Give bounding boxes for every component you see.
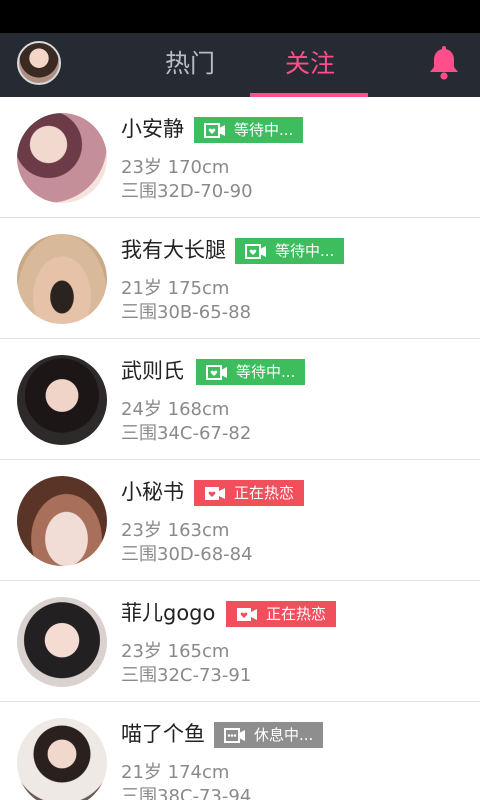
video-heart-icon bbox=[205, 486, 225, 500]
user-name[interactable]: 武则氏 bbox=[121, 356, 184, 386]
bell-icon[interactable] bbox=[426, 45, 462, 81]
status-label: 正在热恋 bbox=[266, 605, 327, 623]
list-item[interactable]: 武则氏 等待中... 24岁 168cm 三围34C-67-82 bbox=[0, 339, 480, 460]
video-heart-icon bbox=[237, 607, 257, 621]
user-name[interactable]: 小秘书 bbox=[121, 477, 184, 507]
profile-photo[interactable] bbox=[17, 234, 107, 324]
measurements: 三围32C-73-91 bbox=[121, 665, 252, 686]
status-badge: 正在热恋 bbox=[194, 480, 305, 506]
video-heart-icon bbox=[204, 122, 225, 138]
measurements: 三围32D-70-90 bbox=[121, 181, 253, 202]
measurements: 三围38C-73-94 bbox=[121, 786, 252, 800]
status-label: 等待中... bbox=[275, 242, 335, 260]
profile-photo[interactable] bbox=[17, 113, 107, 203]
video-heart-icon bbox=[206, 364, 227, 380]
status-badge: 等待中... bbox=[196, 359, 306, 385]
measurements: 三围30D-68-84 bbox=[121, 544, 253, 565]
user-name[interactable]: 我有大长腿 bbox=[121, 235, 226, 265]
top-nav-bar: 热门 关注 bbox=[0, 33, 480, 97]
profile-photo[interactable] bbox=[17, 718, 107, 800]
video-off-icon bbox=[224, 727, 245, 743]
age-height: 21岁 175cm bbox=[121, 278, 230, 299]
video-heart-icon bbox=[245, 243, 266, 259]
status-label: 休息中... bbox=[254, 726, 314, 744]
tab-follow[interactable]: 关注 bbox=[252, 33, 368, 97]
list-item[interactable]: 我有大长腿 等待中... 21岁 175cm 三围30B-65-88 bbox=[0, 218, 480, 339]
list-item[interactable]: 小安静 等待中... 23岁 170cm 三围32D-70-90 bbox=[0, 97, 480, 218]
user-name[interactable]: 菲儿gogo bbox=[121, 598, 215, 628]
status-badge: 等待中... bbox=[194, 117, 304, 143]
age-height: 23岁 163cm bbox=[121, 520, 230, 541]
status-bar bbox=[0, 0, 480, 33]
profile-photo[interactable] bbox=[17, 476, 107, 566]
status-badge: 正在热恋 bbox=[226, 601, 337, 627]
profile-photo[interactable] bbox=[17, 355, 107, 445]
age-height: 21岁 174cm bbox=[121, 762, 230, 783]
list-item[interactable]: 喵了个鱼 休息中... 21岁 174cm 三围38C-73-94 bbox=[0, 702, 480, 800]
tab-hot[interactable]: 热门 bbox=[140, 33, 240, 97]
user-name[interactable]: 喵了个鱼 bbox=[121, 719, 205, 749]
follow-list: 小安静 等待中... 23岁 170cm 三围32D-70-90 我有大长腿 等… bbox=[0, 97, 480, 800]
user-name[interactable]: 小安静 bbox=[121, 114, 184, 144]
age-height: 23岁 170cm bbox=[121, 157, 230, 178]
list-item[interactable]: 菲儿gogo 正在热恋 23岁 165cm 三围32C-73-91 bbox=[0, 581, 480, 702]
status-label: 正在热恋 bbox=[234, 484, 295, 502]
status-label: 等待中... bbox=[234, 121, 294, 139]
age-height: 24岁 168cm bbox=[121, 399, 230, 420]
measurements: 三围34C-67-82 bbox=[121, 423, 252, 444]
status-label: 等待中... bbox=[236, 363, 296, 381]
measurements: 三围30B-65-88 bbox=[121, 302, 252, 323]
status-badge: 休息中... bbox=[214, 722, 324, 748]
list-item[interactable]: 小秘书 正在热恋 23岁 163cm 三围30D-68-84 bbox=[0, 460, 480, 581]
status-badge: 等待中... bbox=[235, 238, 345, 264]
profile-photo[interactable] bbox=[17, 597, 107, 687]
age-height: 23岁 165cm bbox=[121, 641, 230, 662]
user-avatar[interactable] bbox=[17, 41, 61, 85]
